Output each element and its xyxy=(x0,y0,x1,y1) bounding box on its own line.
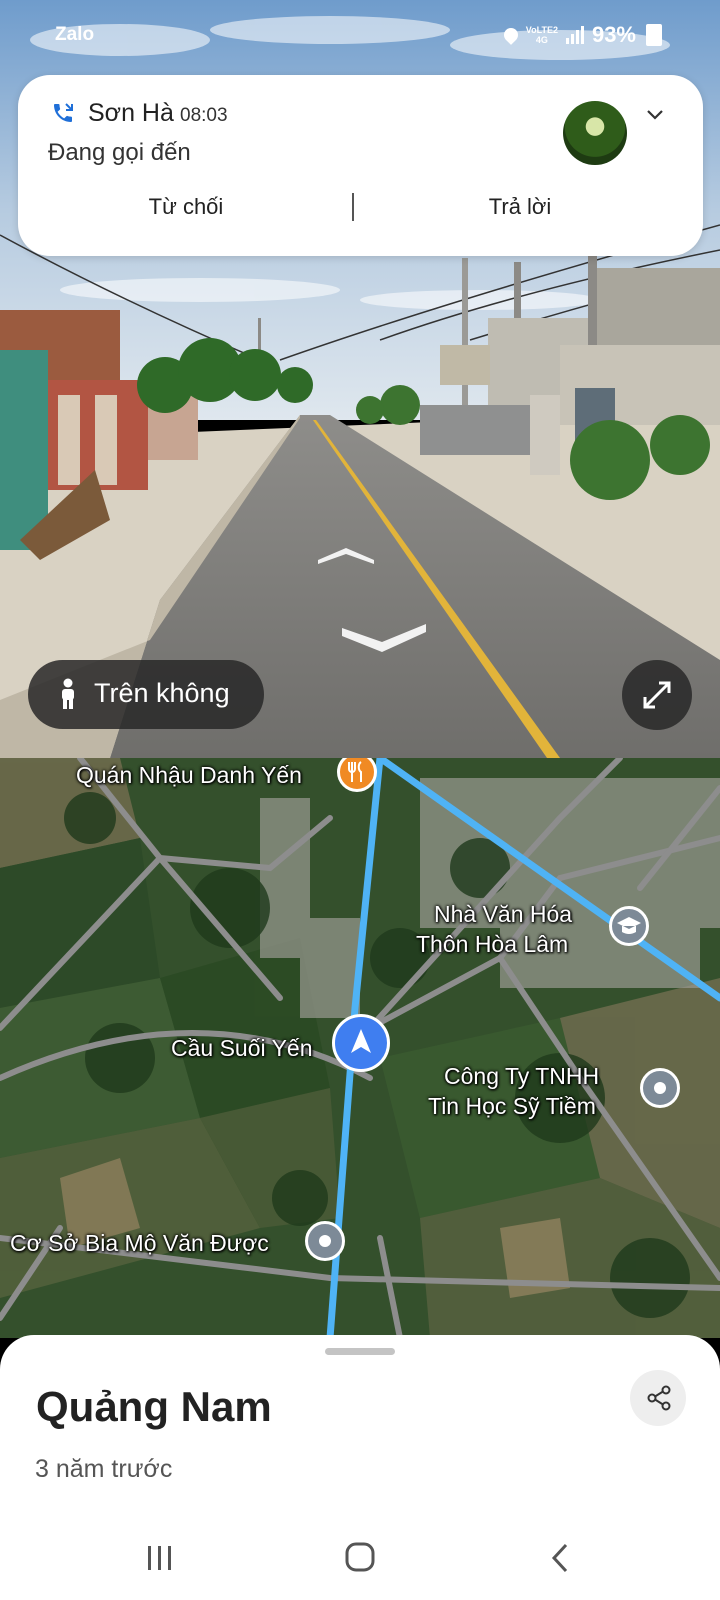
poi-label-cong-ty-2[interactable]: Tin Học Sỹ Tiềm xyxy=(428,1092,596,1120)
share-button[interactable] xyxy=(630,1370,686,1426)
decline-call-button[interactable]: Từ chối xyxy=(36,185,336,229)
poi-label-co-so-bia-mo[interactable]: Cơ Sở Bia Mộ Văn Được xyxy=(10,1229,269,1257)
recent-apps-icon[interactable] xyxy=(140,1540,180,1576)
button-divider xyxy=(352,193,354,221)
place-pin-icon[interactable] xyxy=(640,1068,680,1108)
caller-avatar xyxy=(563,101,627,165)
backward-arrow-icon[interactable] xyxy=(342,624,426,654)
poi-label-nha-van-hoa-1[interactable]: Nhà Văn Hóa xyxy=(434,900,572,928)
forward-arrow-icon[interactable] xyxy=(318,548,374,566)
battery-level: 93% xyxy=(591,22,636,47)
call-time: 08:03 xyxy=(180,105,228,126)
caller-name: Sơn Hà xyxy=(88,99,174,127)
poi-label-cong-ty-1[interactable]: Công Ty TNHH xyxy=(444,1062,599,1090)
capture-date: 3 năm trước xyxy=(35,1455,173,1483)
poi-label-cau-suoi-yen[interactable]: Cầu Suối Yến xyxy=(171,1034,313,1062)
incoming-call-notification[interactable]: Sơn Hà 08:03 Đang gọi đến Từ chối Trả lờ… xyxy=(18,75,703,256)
system-nav-bar xyxy=(0,1510,720,1600)
aerial-view-toggle[interactable]: Trên không xyxy=(28,660,264,729)
expand-button[interactable] xyxy=(622,660,692,730)
person-icon xyxy=(62,678,74,709)
status-bar: Zalo VoLTE2 4G 93% xyxy=(0,0,720,70)
signal-icon xyxy=(565,26,584,44)
street-view-panorama[interactable]: Zalo VoLTE2 4G 93% Sơn Hà 08:03 Đang gọi… xyxy=(0,0,720,758)
poi-label-nha-van-hoa-2[interactable]: Thôn Hòa Lâm xyxy=(416,930,568,958)
call-status: Đang gọi đến xyxy=(48,139,191,166)
place-pin-icon[interactable] xyxy=(305,1221,345,1261)
chevron-down-icon[interactable] xyxy=(644,103,666,125)
location-icon xyxy=(500,25,521,45)
incoming-call-icon xyxy=(54,103,73,122)
place-title: Quảng Nam xyxy=(36,1383,272,1430)
back-icon[interactable] xyxy=(542,1540,582,1576)
poi-label-quan-nhau[interactable]: Quán Nhậu Danh Yến xyxy=(76,761,302,789)
expand-icon xyxy=(643,681,671,709)
location-arrow-icon[interactable] xyxy=(332,1014,390,1072)
restaurant-icon[interactable] xyxy=(337,758,377,792)
sheet-drag-handle[interactable] xyxy=(325,1348,395,1355)
battery-icon xyxy=(646,24,662,46)
status-app-label: Zalo xyxy=(55,24,95,45)
aerial-view-label: Trên không xyxy=(94,678,230,708)
share-icon xyxy=(647,1385,671,1411)
home-icon[interactable] xyxy=(340,1540,380,1576)
school-icon[interactable] xyxy=(609,906,649,946)
satellite-map[interactable]: Quán Nhậu Danh Yến Nhà Văn Hóa Thôn Hòa … xyxy=(0,758,720,1338)
answer-call-button[interactable]: Trả lời xyxy=(370,185,670,229)
network-indicator: VoLTE2 4G xyxy=(525,25,558,45)
